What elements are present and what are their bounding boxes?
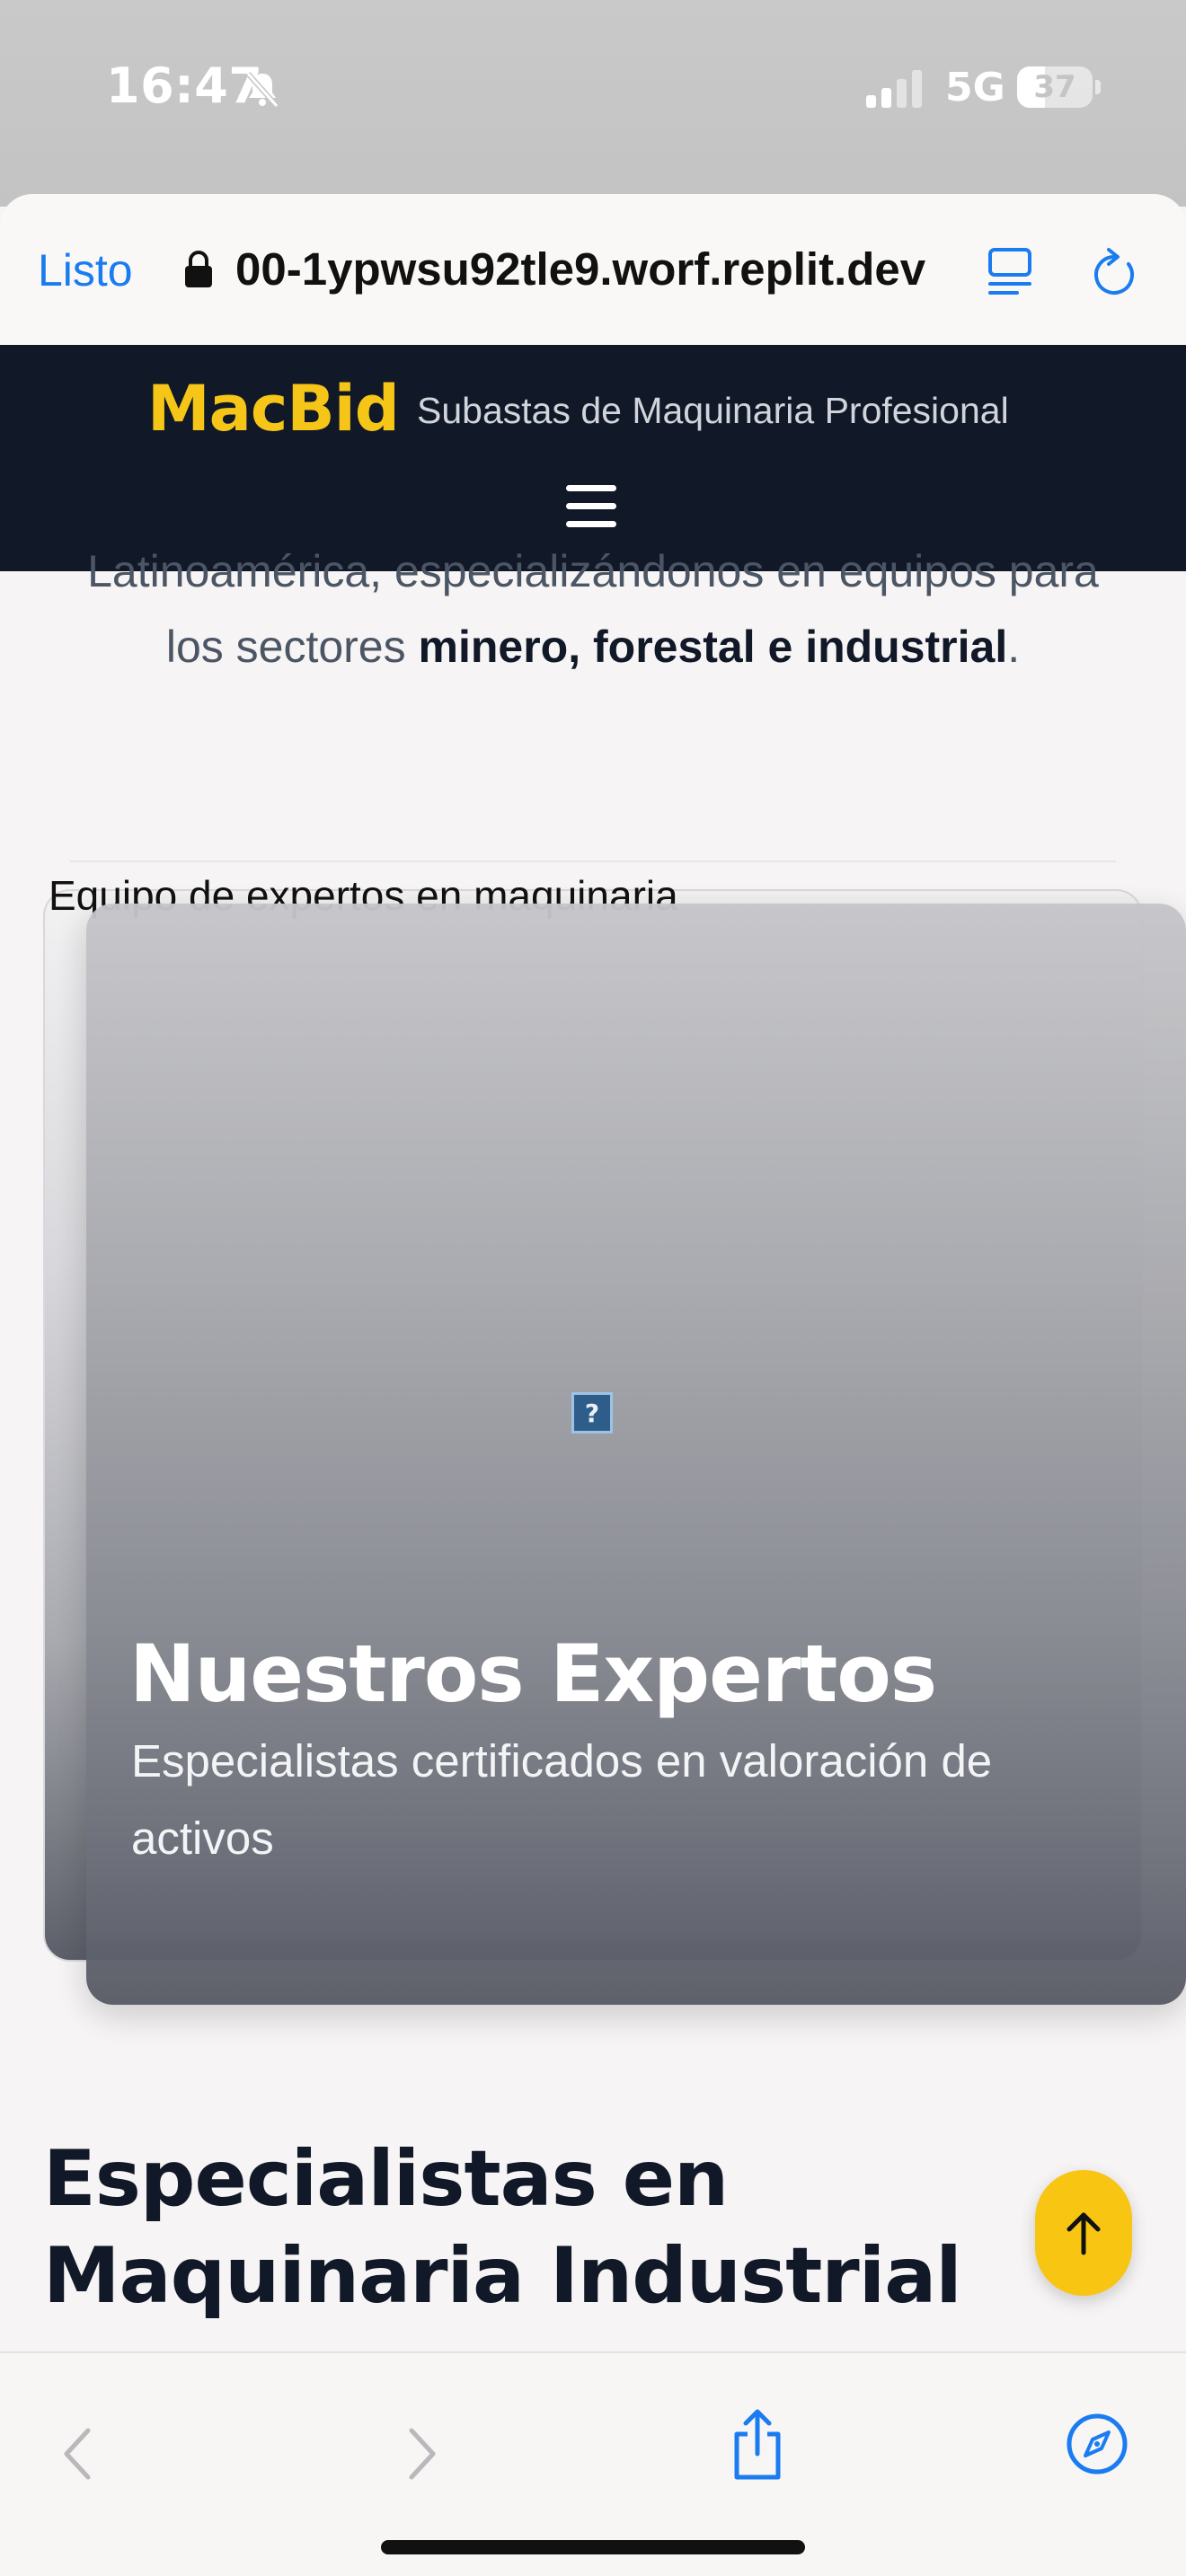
bell-off-icon — [245, 72, 279, 108]
card-subtitle: Especialistas certificados en valoración… — [131, 1735, 993, 1864]
signal-icon — [866, 70, 922, 108]
hamburger-menu-icon[interactable] — [566, 483, 620, 530]
card-title: Nuestros Expertos — [129, 1628, 937, 1720]
status-time: 16:47 — [106, 57, 263, 114]
home-indicator[interactable] — [381, 2540, 805, 2554]
share-icon[interactable] — [728, 2407, 787, 2481]
compass-icon[interactable] — [1066, 2413, 1128, 2475]
lock-icon — [185, 251, 212, 287]
back-icon[interactable] — [58, 2425, 97, 2483]
network-label: 5G — [945, 65, 1005, 110]
tabs-icon[interactable] — [985, 244, 1035, 298]
intro-line-partial: Latinoamérica, especializándonos en equi… — [87, 546, 1099, 596]
forward-icon[interactable] — [403, 2425, 442, 2483]
intro-suffix: . — [1007, 622, 1021, 672]
reload-icon[interactable] — [1089, 244, 1141, 298]
done-button[interactable]: Listo — [38, 244, 133, 296]
divider — [70, 860, 1116, 862]
broken-image-icon: ? — [571, 1392, 613, 1434]
brand-logo[interactable]: MacBid — [147, 372, 400, 446]
site-tagline: Subastas de Maquinaria Profesional — [417, 390, 1009, 431]
browser-address-bar: Listo 00-1ypwsu92tle9.worf.replit.dev — [0, 194, 1186, 345]
status-bar: 16:47 5G 37 — [0, 0, 1186, 207]
scroll-to-top-button[interactable] — [1035, 2170, 1132, 2296]
intro-bold-text: minero, forestal e industrial — [418, 622, 1008, 672]
arrow-up-icon — [1067, 2212, 1101, 2255]
section-heading: Especialistas en Maquinaria Industrial — [43, 2134, 962, 2321]
browser-toolbar — [0, 2351, 1186, 2576]
intro-paragraph: Latinoamérica, especializándonos en equi… — [36, 546, 1150, 684]
intro-text: los sectores — [165, 622, 419, 672]
battery-percent: 37 — [1033, 69, 1076, 105]
url-field[interactable]: 00-1ypwsu92tle9.worf.replit.dev — [235, 243, 945, 296]
battery-icon: 37 — [1017, 66, 1101, 108]
